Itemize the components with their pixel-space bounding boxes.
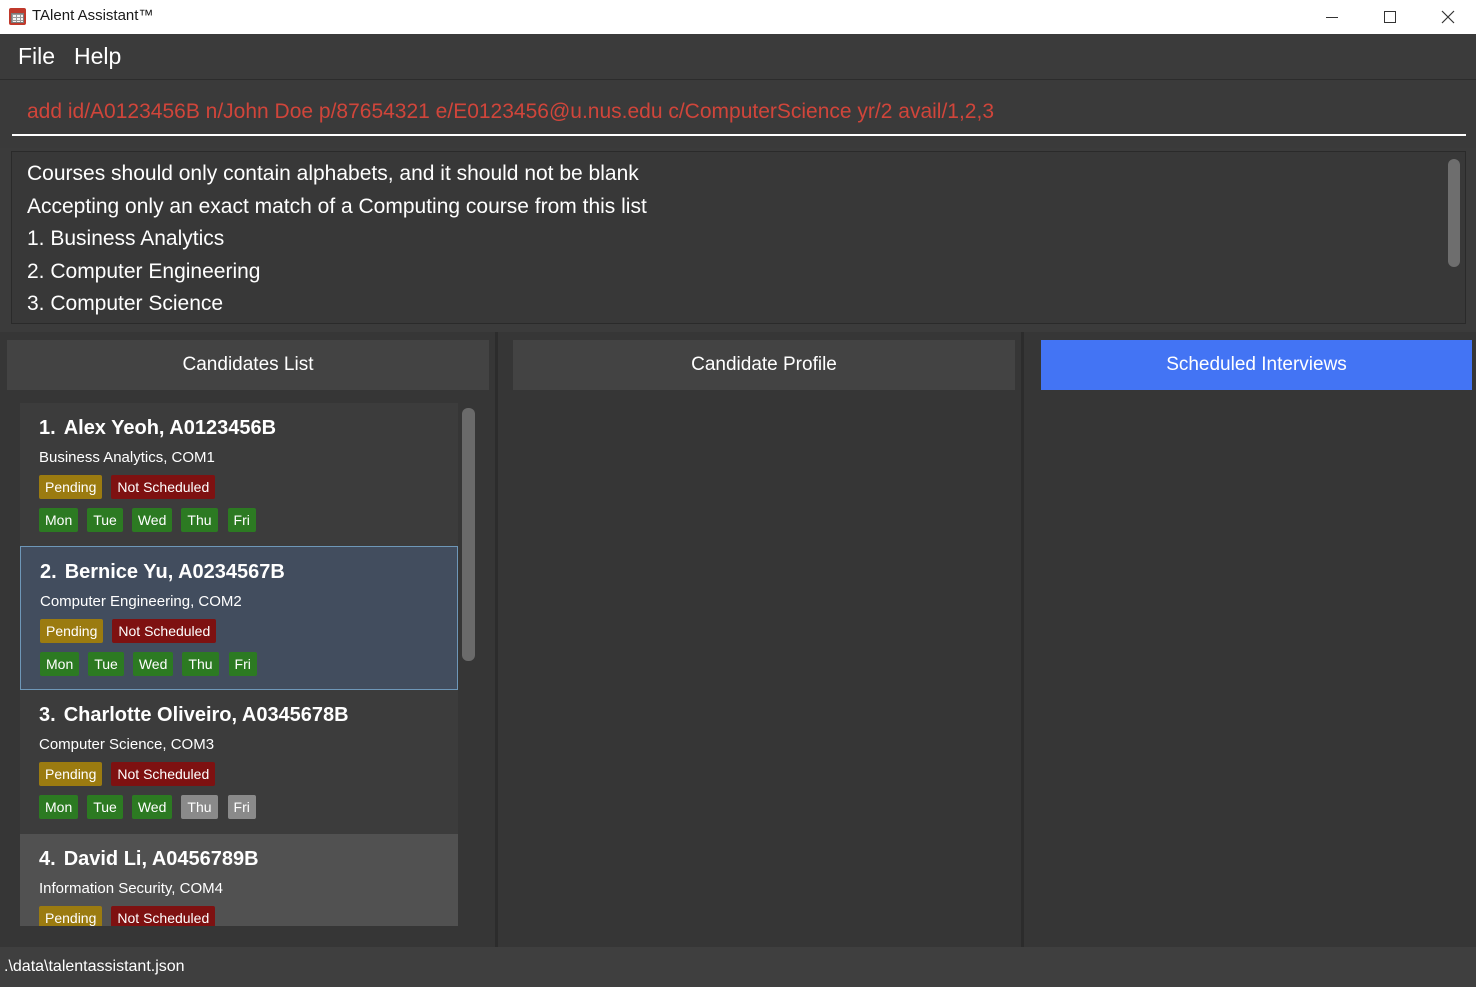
maximize-icon[interactable] — [1361, 0, 1419, 34]
candidate-list-scrollbar[interactable] — [462, 408, 475, 661]
result-line: Courses should only contain alphabets, a… — [27, 162, 639, 185]
candidate-course: Business Analytics, COM1 — [39, 449, 215, 466]
availability-day: Thu — [181, 508, 218, 532]
status-badge: Pending — [39, 906, 103, 926]
result-line: Accepting only an exact match of a Compu… — [27, 195, 647, 218]
availability-day: Tue — [87, 795, 123, 819]
interviews-column — [1024, 332, 1476, 947]
candidate-index: 1. — [39, 417, 56, 439]
interview-badge: Not Scheduled — [111, 475, 216, 499]
result-display[interactable]: Courses should only contain alphabets, a… — [11, 151, 1466, 324]
result-line: 3. Computer Science — [27, 292, 224, 315]
menu-help[interactable]: Help — [74, 43, 121, 70]
profile-column — [498, 332, 1021, 947]
availability-day: Tue — [87, 508, 123, 532]
unavailable-day: Fri — [227, 795, 256, 819]
menu-file[interactable]: File — [18, 43, 55, 70]
close-icon[interactable] — [1419, 0, 1476, 34]
app-calendar-icon — [9, 8, 26, 25]
interview-badge: Not Scheduled — [111, 762, 216, 786]
interview-badge: Not Scheduled — [112, 619, 217, 643]
result-line: 2. Computer Engineering — [27, 260, 261, 283]
availability-day: Thu — [182, 652, 219, 676]
candidate-list[interactable]: 1. Alex Yeoh, A0123456B Business Analytic… — [20, 403, 458, 926]
minimize-icon[interactable] — [1303, 0, 1361, 34]
menu-bar: File Help — [0, 34, 1476, 79]
interview-badge: Not Scheduled — [111, 906, 216, 926]
status-bar: .\data\talentassistant.json — [0, 947, 1476, 987]
status-badge: Pending — [39, 762, 103, 786]
tab-candidates-list[interactable]: Candidates List — [7, 340, 489, 390]
availability-day: Mon — [39, 795, 79, 819]
unavailable-day: Thu — [181, 795, 218, 819]
candidate-name-line: 4. David Li, A0456789B — [39, 848, 259, 871]
candidate-card[interactable]: 1. Alex Yeoh, A0123456B Business Analytic… — [20, 403, 458, 547]
availability-day: Wed — [131, 508, 173, 532]
tab-scheduled-interviews[interactable]: Scheduled Interviews — [1041, 340, 1472, 390]
availability-day: Mon — [40, 652, 80, 676]
availability-day: Tue — [88, 652, 124, 676]
candidate-card[interactable]: 4. David Li, A0456789B Information Securi… — [20, 834, 458, 926]
candidate-index: 3. — [39, 704, 56, 726]
candidate-name: David Li, A0456789B — [63, 848, 259, 870]
candidate-course: Information Security, COM4 — [39, 880, 223, 897]
availability-day: Fri — [227, 508, 256, 532]
result-scrollbar[interactable] — [1448, 159, 1460, 267]
candidate-name: Bernice Yu, A0234567B — [64, 561, 285, 583]
availability-day: Fri — [228, 652, 257, 676]
availability-day: Wed — [132, 652, 174, 676]
candidate-course: Computer Science, COM3 — [39, 736, 215, 753]
candidate-card[interactable]: 3. Charlotte Oliveiro, A0345678B Computer… — [20, 690, 458, 834]
status-badge: Pending — [40, 619, 104, 643]
command-box — [0, 79, 1476, 148]
candidate-name-line: 2. Bernice Yu, A0234567B — [40, 561, 285, 584]
candidate-card-selected[interactable]: 2. Bernice Yu, A0234567B Computer Enginee… — [20, 546, 458, 690]
tab-candidate-profile[interactable]: Candidate Profile — [513, 340, 1015, 390]
availability-day: Mon — [39, 508, 79, 532]
candidate-course: Computer Engineering, COM2 — [40, 593, 242, 610]
data-file-path: .\data\talentassistant.json — [4, 958, 185, 975]
candidate-index: 2. — [40, 561, 57, 583]
candidate-name-line: 1. Alex Yeoh, A0123456B — [39, 417, 276, 440]
result-line: 1. Business Analytics — [27, 227, 225, 250]
command-input[interactable] — [12, 90, 1466, 136]
candidate-index: 4. — [39, 848, 56, 870]
candidate-name: Alex Yeoh, A0123456B — [63, 417, 277, 439]
candidate-name: Charlotte Oliveiro, A0345678B — [63, 704, 349, 726]
availability-day: Wed — [131, 795, 173, 819]
candidate-name-line: 3. Charlotte Oliveiro, A0345678B — [39, 704, 349, 727]
title-bar: TAlent Assistant™ — [0, 0, 1476, 34]
window-title: TAlent Assistant™ — [32, 7, 154, 24]
status-badge: Pending — [39, 475, 103, 499]
